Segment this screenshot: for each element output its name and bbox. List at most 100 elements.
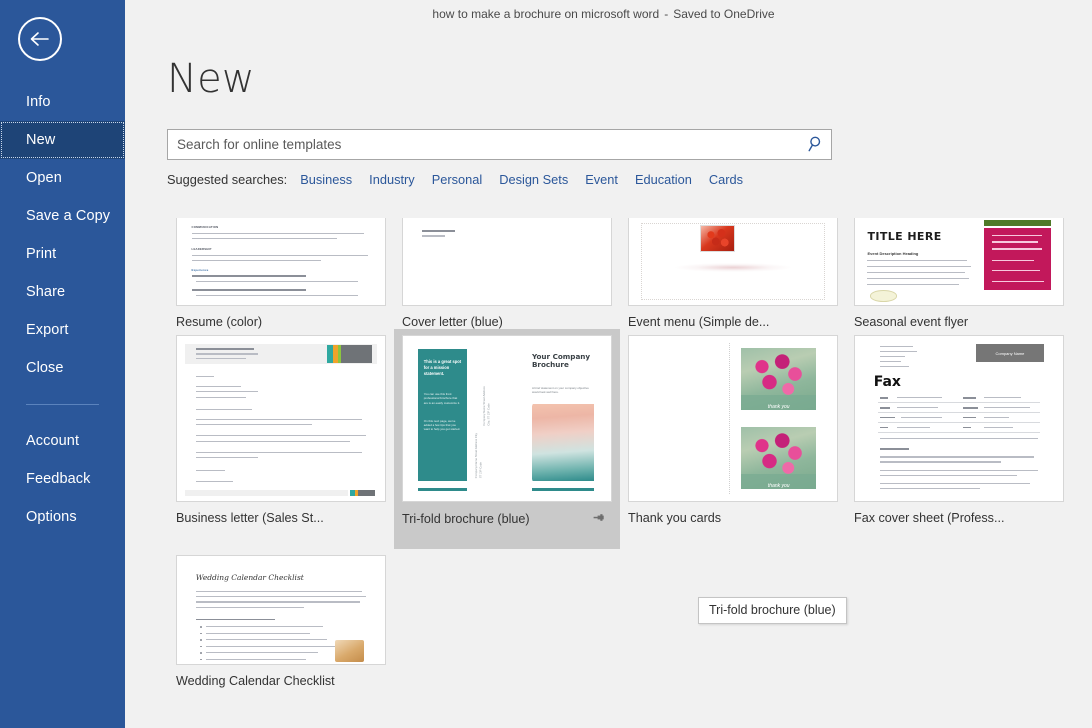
page-title: New	[167, 56, 1092, 102]
sidebar-item-options[interactable]: Options	[0, 498, 125, 536]
sidebar-item-label: Print	[26, 246, 56, 262]
template-name: Business letter (Sales St...	[176, 511, 324, 525]
sidebar-item-info[interactable]: Info	[0, 83, 125, 121]
template-cell: COMMUNICATION LEADERSHIP Experience	[168, 218, 394, 329]
sidebar-item-print[interactable]: Print	[0, 235, 125, 273]
template-cell: Company Name Fax	[846, 329, 1072, 549]
title-separator: -	[664, 7, 668, 21]
template-gallery: COMMUNICATION LEADERSHIP Experience	[168, 218, 1092, 688]
suggested-link-personal[interactable]: Personal	[432, 172, 483, 187]
template-name: Resume (color)	[176, 315, 262, 329]
back-button[interactable]	[18, 17, 62, 61]
thank-you-caption: thank you	[768, 404, 790, 410]
template-thumbnail: Wedding Calendar Checklist	[176, 555, 386, 665]
template-thumbnail	[628, 218, 838, 306]
brochure-vertical-address: Company Name Street Address City, ST ZIP…	[474, 432, 483, 478]
fax-title: Fax	[874, 374, 901, 390]
template-label: Seasonal event flyer	[854, 315, 1064, 329]
save-status: Saved to OneDrive	[673, 7, 774, 21]
suggested-link-education[interactable]: Education	[635, 172, 692, 187]
template-thumbnail: COMMUNICATION LEADERSHIP Experience	[176, 218, 386, 306]
search-area	[167, 129, 832, 160]
seasonal-flyer-preview: TITLE HERE Event Description Heading	[855, 218, 1063, 305]
template-thumbnail: This is a great spot for a mission state…	[402, 335, 612, 502]
template-card-event-menu[interactable]: Event menu (Simple de...	[620, 218, 846, 329]
brochure-body-1: You can use this front professional broc…	[424, 392, 461, 405]
template-card-fax-cover-sheet[interactable]: Company Name Fax	[846, 329, 1072, 525]
sidebar-item-feedback[interactable]: Feedback	[0, 460, 125, 498]
template-cell: Business letter (Sales St...	[168, 329, 394, 549]
sidebar-item-export[interactable]: Export	[0, 311, 125, 349]
sidebar-item-share[interactable]: Share	[0, 273, 125, 311]
template-card-thank-you-cards[interactable]: thank you thank you	[620, 329, 846, 525]
template-gallery-scroll[interactable]: COMMUNICATION LEADERSHIP Experience	[125, 218, 1092, 728]
event-menu-preview	[629, 218, 837, 305]
fax-preview: Company Name Fax	[855, 336, 1063, 501]
template-label: Fax cover sheet (Profess...	[854, 511, 1064, 525]
wedding-checklist-preview: Wedding Calendar Checklist	[177, 556, 385, 664]
template-thumbnail	[176, 335, 386, 502]
search-input[interactable]	[167, 129, 832, 160]
template-cell: Wedding Calendar Checklist	[168, 549, 394, 688]
search-icon[interactable]	[807, 135, 823, 158]
sidebar-item-new[interactable]: New	[0, 121, 125, 159]
thank-you-band: thank you	[741, 395, 816, 411]
sidebar-item-label: Feedback	[26, 471, 90, 487]
template-tooltip: Tri-fold brochure (blue)	[698, 597, 847, 624]
sidebar-item-label: Options	[26, 509, 77, 525]
suggested-searches: Suggested searches: Business Industry Pe…	[167, 172, 1092, 187]
template-cell: Cover letter (blue)	[394, 218, 620, 329]
template-card-seasonal-event-flyer[interactable]: TITLE HERE Event Description Heading	[846, 218, 1072, 329]
sidebar-item-label: Open	[26, 170, 62, 186]
sidebar-item-label: Account	[26, 433, 79, 449]
backstage-view: Info New Open Save a Copy Print Share Ex…	[0, 0, 1092, 728]
thank-you-cards-preview: thank you thank you	[629, 336, 837, 501]
sidebar-item-account[interactable]: Account	[0, 422, 125, 460]
template-card-tri-fold-brochure-blue[interactable]: This is a great spot for a mission state…	[394, 329, 620, 549]
flyer-subtitle: Event Description Heading	[867, 251, 918, 256]
suggested-searches-label: Suggested searches:	[167, 172, 287, 187]
suggested-link-event[interactable]: Event	[585, 172, 618, 187]
tooltip-text: Tri-fold brochure (blue)	[709, 603, 836, 617]
template-name: Wedding Calendar Checklist	[176, 674, 335, 688]
template-thumbnail: thank you thank you	[628, 335, 838, 502]
document-name: how to make a brochure on microsoft word	[432, 7, 659, 21]
sidebar-divider	[26, 404, 99, 405]
template-cell: This is a great spot for a mission state…	[394, 329, 620, 549]
template-card-cover-letter-blue[interactable]: Cover letter (blue)	[394, 218, 620, 329]
sidebar-item-label: Save a Copy	[26, 208, 110, 224]
brochure-vertical-text: Company Name Street Address City, ST ZIP…	[482, 386, 491, 426]
brochure-mission: This is a great spot for a mission state…	[424, 359, 461, 377]
sidebar-item-label: Export	[26, 322, 69, 338]
template-name: Cover letter (blue)	[402, 315, 503, 329]
sidebar-item-save-a-copy[interactable]: Save a Copy	[0, 197, 125, 235]
sidebar-item-label: Info	[26, 94, 51, 110]
brochure-title: Your Company Brochure	[532, 353, 594, 370]
template-card-wedding-calendar-checklist[interactable]: Wedding Calendar Checklist	[168, 549, 394, 688]
sidebar-item-open[interactable]: Open	[0, 159, 125, 197]
thank-you-band: thank you	[741, 474, 816, 490]
suggested-link-design-sets[interactable]: Design Sets	[499, 172, 568, 187]
template-card-business-letter[interactable]: Business letter (Sales St...	[168, 329, 394, 525]
template-card-resume-color[interactable]: COMMUNICATION LEADERSHIP Experience	[168, 218, 394, 329]
template-label: Business letter (Sales St...	[176, 511, 386, 525]
sidebar-item-close[interactable]: Close	[0, 349, 125, 387]
template-thumbnail	[402, 218, 612, 306]
title-bar: how to make a brochure on microsoft word…	[125, 0, 1092, 27]
suggested-link-business[interactable]: Business	[300, 172, 352, 187]
template-name: Fax cover sheet (Profess...	[854, 511, 1004, 525]
pin-icon[interactable]	[593, 511, 606, 527]
back-arrow-icon	[29, 31, 51, 47]
template-name: Event menu (Simple de...	[628, 315, 769, 329]
resume-preview: COMMUNICATION LEADERSHIP Experience	[177, 218, 385, 305]
template-cell: thank you thank you	[620, 329, 846, 549]
template-thumbnail: Company Name Fax	[854, 335, 1064, 502]
backstage-sidebar: Info New Open Save a Copy Print Share Ex…	[0, 0, 125, 728]
flyer-title: TITLE HERE	[867, 230, 941, 243]
sidebar-item-label: New	[26, 132, 55, 148]
template-thumbnail: TITLE HERE Event Description Heading	[854, 218, 1064, 306]
suggested-link-cards[interactable]: Cards	[709, 172, 743, 187]
tri-fold-brochure-preview: This is a great spot for a mission state…	[403, 336, 611, 501]
template-name: Thank you cards	[628, 511, 721, 525]
suggested-link-industry[interactable]: Industry	[369, 172, 415, 187]
